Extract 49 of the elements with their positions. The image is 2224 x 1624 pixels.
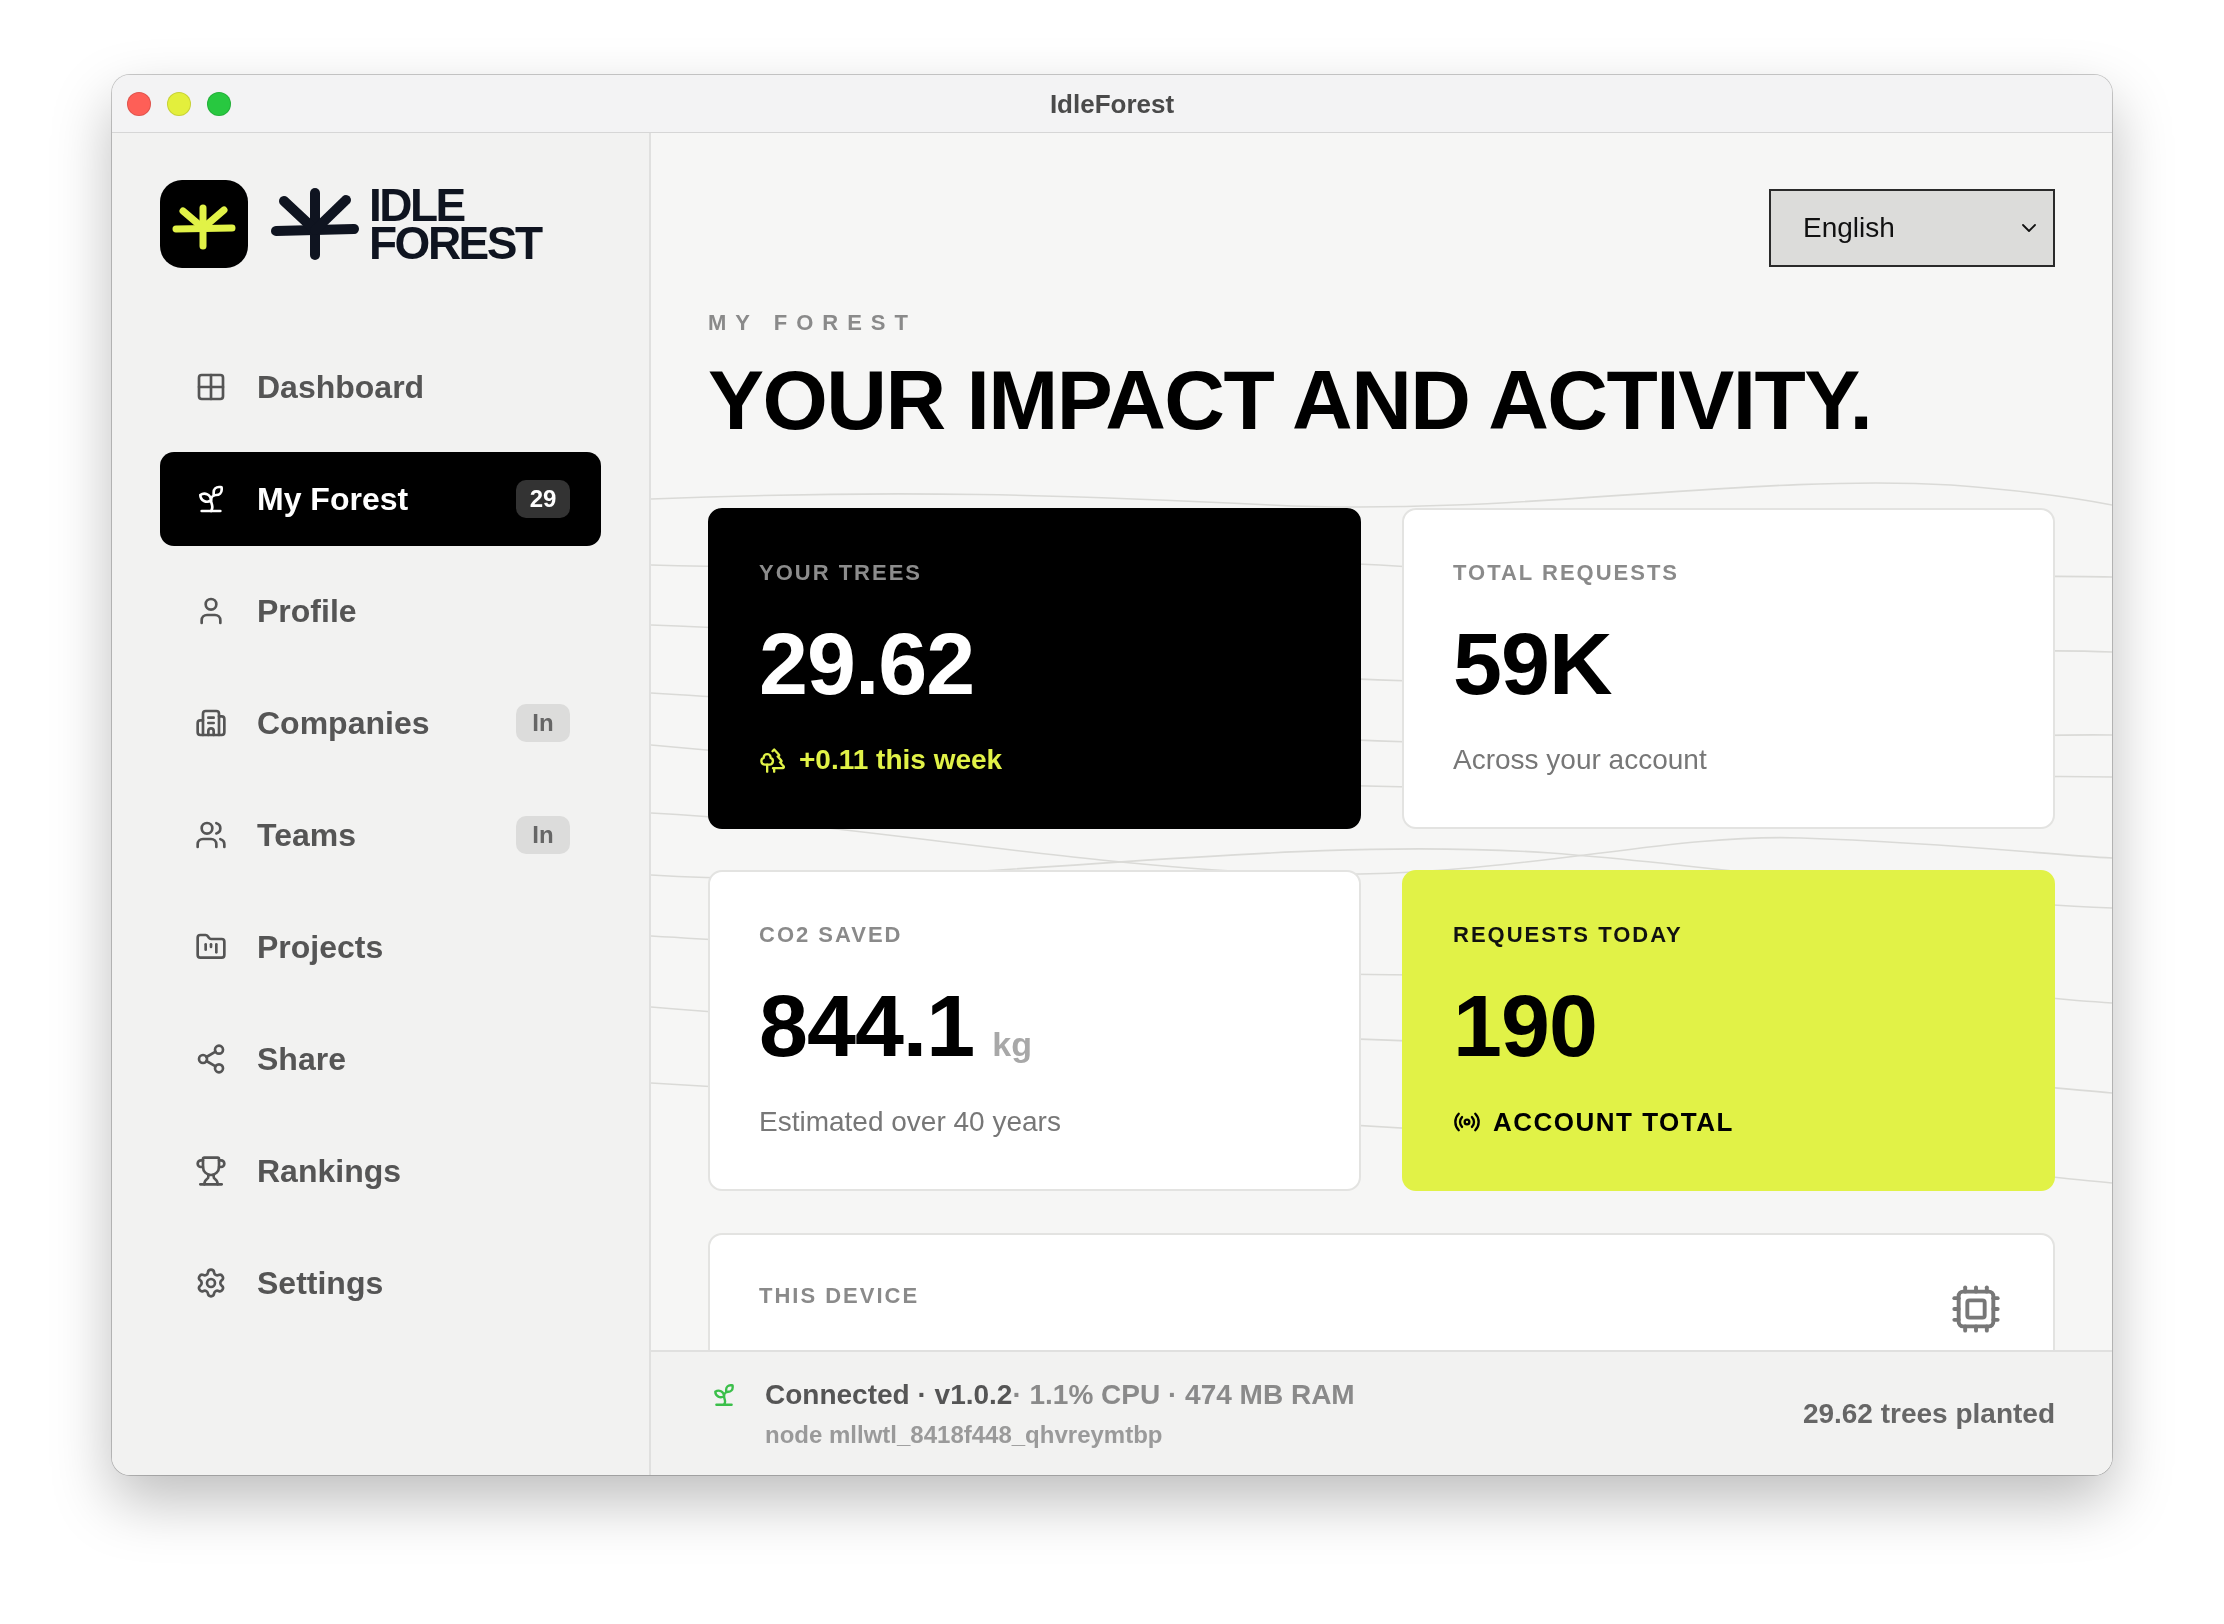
stat-label: YOUR TREES — [759, 560, 923, 586]
language-select[interactable]: English — [1769, 189, 2055, 267]
nav-item[interactable]: Settings — [160, 1236, 601, 1330]
logo-wordmark: IDLE FOREST — [369, 186, 541, 262]
node-id: node mllwtl_8418f448_qhvreymtbp — [765, 1419, 1164, 1450]
page-eyebrow: MY FOREST — [708, 310, 917, 336]
stat-label: REQUESTS TODAY — [1453, 922, 1683, 948]
stat-label: CO2 SAVED — [759, 922, 903, 948]
nav-item[interactable]: Rankings — [160, 1124, 601, 1218]
page-heading: YOUR IMPACT AND ACTIVITY. — [708, 358, 1872, 442]
trophy-icon — [195, 1155, 227, 1187]
stat-value: 29.62 — [759, 620, 975, 708]
zoom-button[interactable] — [207, 91, 231, 116]
stat-note: ACCOUNT TOTAL — [1493, 1106, 1734, 1138]
window-title: IdleForest — [1049, 87, 1175, 120]
asterisk-logo-icon — [271, 188, 359, 260]
stat-note: Across your account — [1453, 744, 1707, 776]
nav-item[interactable]: Dashboard — [160, 340, 601, 434]
nav-badge: In — [516, 704, 570, 742]
stat-note: +0.11 this week — [799, 744, 1003, 776]
connection-status: Connected · v1.0.2 — [765, 1377, 1013, 1412]
stat-value: 844.1 — [759, 982, 975, 1070]
nav-badge: 29 — [516, 480, 570, 518]
building-icon — [195, 707, 227, 739]
trees-icon — [759, 746, 787, 774]
settings-icon — [195, 1267, 227, 1299]
stat-note: Estimated over 40 years — [759, 1106, 1061, 1138]
stat-value: 59K — [1453, 620, 1612, 708]
nav-item[interactable]: Companies In — [160, 676, 601, 770]
resource-usage: · 1.1% CPU · 474 MB RAM — [1012, 1377, 1355, 1412]
stat-value: 190 — [1453, 982, 1597, 1070]
minimize-button[interactable] — [167, 91, 191, 116]
stat-label: THIS DEVICE — [759, 1283, 920, 1309]
sprout-icon — [711, 1381, 737, 1408]
chip-icon — [1950, 1283, 2002, 1335]
app-logo-icon — [160, 180, 248, 268]
trees-planted: 29.62 trees planted — [1802, 1396, 2055, 1431]
nav-item[interactable]: Teams In — [160, 788, 601, 882]
nav-item[interactable]: Projects — [160, 900, 601, 994]
users-icon — [195, 819, 227, 851]
share-icon — [195, 1043, 227, 1075]
nav-badge: In — [516, 816, 570, 854]
stat-unit: kg — [992, 1027, 1032, 1061]
close-button[interactable] — [127, 91, 151, 116]
nav-item[interactable]: Profile — [160, 564, 601, 658]
grid-icon — [195, 371, 227, 403]
nav-item[interactable]: Share — [160, 1012, 601, 1106]
stat-label: TOTAL REQUESTS — [1453, 560, 1680, 586]
nav-item[interactable]: My Forest 29 — [160, 452, 601, 546]
